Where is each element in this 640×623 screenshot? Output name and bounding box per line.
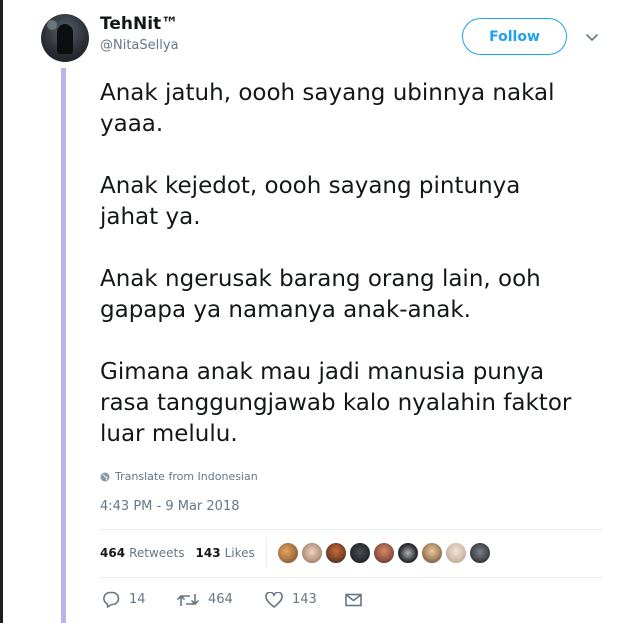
tweet-paragraph: Anak kejedot, oooh sayang pintunya jahat… [100, 173, 521, 230]
direct-message-button[interactable] [345, 593, 362, 607]
avatar-figure [57, 24, 73, 54]
globe-icon [100, 472, 110, 481]
liker-avatar[interactable] [324, 542, 347, 564]
envelope-icon [345, 593, 362, 606]
like-button[interactable]: 143 [265, 591, 345, 608]
display-name[interactable]: TehNit™ [100, 14, 178, 34]
liker-avatar[interactable] [420, 542, 443, 564]
stats-separator [265, 538, 267, 568]
avatar[interactable] [41, 14, 89, 62]
liker-avatar[interactable] [276, 542, 299, 564]
reply-button[interactable]: 14 [102, 591, 177, 608]
liker-avatar[interactable] [348, 542, 371, 564]
liker-avatar[interactable] [396, 542, 419, 564]
tweet-actions: 14 464 143 [102, 591, 362, 608]
likes-stat[interactable]: 143 Likes [196, 546, 255, 560]
follow-button[interactable]: Follow [462, 18, 567, 55]
reply-icon [103, 591, 120, 608]
likes-label: Likes [224, 546, 255, 560]
translate-label: Translate from Indonesian [115, 470, 258, 483]
chevron-down-icon[interactable] [584, 31, 600, 45]
translate-link[interactable]: Translate from Indonesian [100, 470, 258, 483]
thread-line [61, 68, 66, 623]
reply-count: 14 [129, 592, 146, 607]
liker-avatar[interactable] [444, 542, 467, 564]
retweet-icon [177, 593, 199, 606]
likes-count: 143 [195, 546, 221, 560]
divider [100, 529, 602, 530]
divider [100, 577, 602, 578]
window-edge [0, 0, 3, 623]
liker-avatar[interactable] [468, 542, 491, 564]
screen-name[interactable]: @NitaSellya [100, 38, 179, 53]
tweet-paragraph: Gimana anak mau jadi manusia punya rasa … [100, 359, 572, 447]
liker-avatar[interactable] [372, 542, 395, 564]
tweet-paragraph: Anak jatuh, oooh sayang ubinnya nakal ya… [100, 80, 555, 137]
tweet-paragraph: Anak ngerusak barang orang lain, ooh gap… [100, 266, 541, 323]
timestamp[interactable]: 4:43 PM - 9 Mar 2018 [100, 499, 239, 514]
like-count: 143 [292, 592, 317, 607]
retweets-label: Retweets [129, 546, 185, 560]
retweets-count: 464 [100, 546, 126, 560]
tweet-stats: 464 Retweets 143 Likes [100, 537, 491, 569]
likers-avatars [276, 542, 491, 564]
avatar-highlight [47, 20, 57, 30]
liker-avatar[interactable] [300, 542, 323, 564]
retweet-button[interactable]: 464 [177, 592, 265, 608]
retweets-stat[interactable]: 464 Retweets [100, 546, 185, 560]
tweet-text: Anak jatuh, oooh sayang ubinnya nakal ya… [100, 78, 620, 450]
heart-icon [265, 591, 283, 608]
retweet-count: 464 [208, 592, 233, 607]
